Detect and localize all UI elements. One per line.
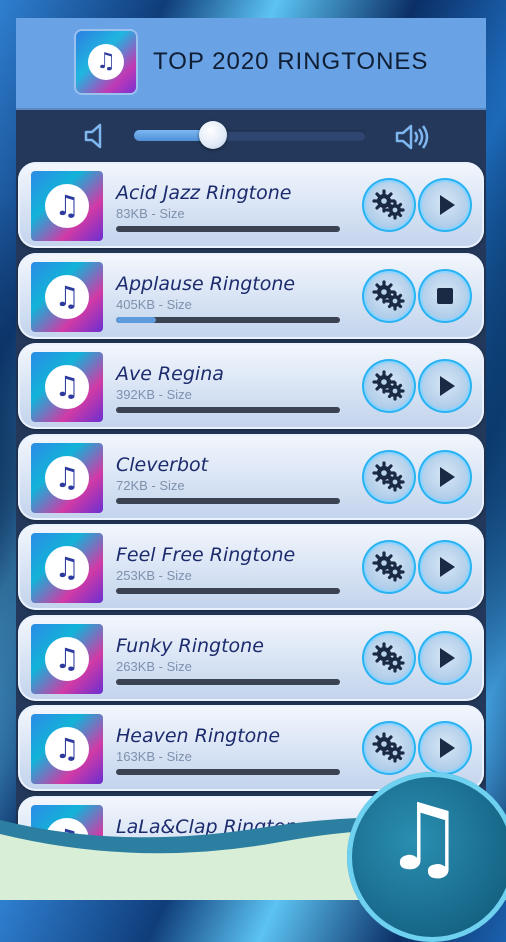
play-button[interactable] <box>422 544 468 590</box>
settings-button[interactable] <box>366 272 412 319</box>
stop-button[interactable] <box>422 272 468 319</box>
ringtone-title: Cleverbot <box>116 453 209 476</box>
ringtone-thumbnail: ♫ <box>31 352 103 422</box>
ringtone-size: 405KB - Size <box>116 296 192 312</box>
settings-button[interactable] <box>366 363 412 409</box>
ringtone-row[interactable]: ♫ Ave Regina 392KB - Size <box>18 343 484 429</box>
page-title: TOP 2020 RINGTONES <box>153 48 429 75</box>
ringtone-thumbnail: ♫ <box>31 533 103 603</box>
music-note-icon: ♫ <box>45 546 89 590</box>
ringtone-row[interactable]: ♫ Funky Ringtone 263KB - Size <box>18 614 484 701</box>
ringtone-title: Heaven Ringtone <box>116 725 281 747</box>
play-button[interactable] <box>422 363 468 409</box>
play-button[interactable] <box>422 725 468 771</box>
ringtone-progress-bar <box>116 407 340 413</box>
volume-slider-thumb[interactable] <box>198 121 227 149</box>
music-note-icon: ♫ <box>45 455 89 500</box>
music-note-icon: ♫ <box>88 44 124 80</box>
ringtone-thumbnail: ♫ <box>31 171 103 241</box>
ringtone-thumbnail: ♫ <box>31 714 103 784</box>
volume-low-icon[interactable] <box>82 122 112 150</box>
play-button[interactable] <box>422 634 468 681</box>
ringtone-title: Applause Ringtone <box>116 272 296 295</box>
music-fab-button[interactable]: ♫ <box>347 772 506 942</box>
volume-high-icon[interactable] <box>394 122 429 150</box>
app-logo: ♫ <box>76 31 136 93</box>
settings-button[interactable] <box>366 544 412 590</box>
music-note-icon: ♫ <box>45 365 89 409</box>
ringtone-size: 163KB - Size <box>116 749 192 764</box>
ringtone-row[interactable]: ♫ Applause Ringtone 405KB - Size <box>18 252 484 339</box>
ringtone-size: 253KB - Size <box>116 568 192 583</box>
ringtone-progress-bar <box>116 588 340 594</box>
ringtone-progress-bar <box>116 226 340 232</box>
music-note-icon: ♫ <box>45 636 89 681</box>
settings-button[interactable] <box>366 453 412 500</box>
play-button[interactable] <box>422 453 468 500</box>
ringtone-size: 83KB - Size <box>116 206 185 221</box>
volume-bar <box>16 110 486 162</box>
ringtone-size: 263KB - Size <box>116 658 192 674</box>
ringtone-thumbnail: ♫ <box>31 623 103 694</box>
ringtone-thumbnail: ♫ <box>31 261 103 332</box>
ringtone-row[interactable]: ♫ Feel Free Ringtone 253KB - Size <box>18 524 484 610</box>
ringtone-progress-bar <box>116 678 340 685</box>
ringtone-thumbnail: ♫ <box>31 442 103 513</box>
music-note-icon: ♫ <box>45 184 89 228</box>
settings-button[interactable] <box>366 634 412 681</box>
volume-slider[interactable] <box>134 121 366 149</box>
app-header: ♫ TOP 2020 RINGTONES <box>16 18 486 110</box>
ringtone-progress-fill <box>116 316 157 323</box>
settings-button[interactable] <box>366 182 412 228</box>
ringtone-title: Acid Jazz Ringtone <box>116 182 292 204</box>
ringtone-progress-bar <box>116 769 340 775</box>
ringtone-size: 392KB - Size <box>116 387 192 402</box>
ringtone-progress-bar <box>116 497 340 504</box>
ringtone-progress-bar <box>116 316 340 323</box>
ringtone-size: 72KB - Size <box>116 477 185 493</box>
music-note-icon: ♫ <box>45 727 89 771</box>
music-note-icon: ♫ <box>383 784 466 891</box>
ringtone-row[interactable]: ♫ Acid Jazz Ringtone 83KB - Size <box>18 162 484 248</box>
play-button[interactable] <box>422 182 468 228</box>
music-note-icon: ♫ <box>45 274 89 319</box>
ringtone-title: Funky Ringtone <box>116 634 264 657</box>
settings-button[interactable] <box>366 725 412 771</box>
ringtone-title: Feel Free Ringtone <box>116 544 296 566</box>
ringtone-title: Ave Regina <box>116 363 224 385</box>
ringtone-row[interactable]: ♫ Cleverbot 72KB - Size <box>18 433 484 520</box>
